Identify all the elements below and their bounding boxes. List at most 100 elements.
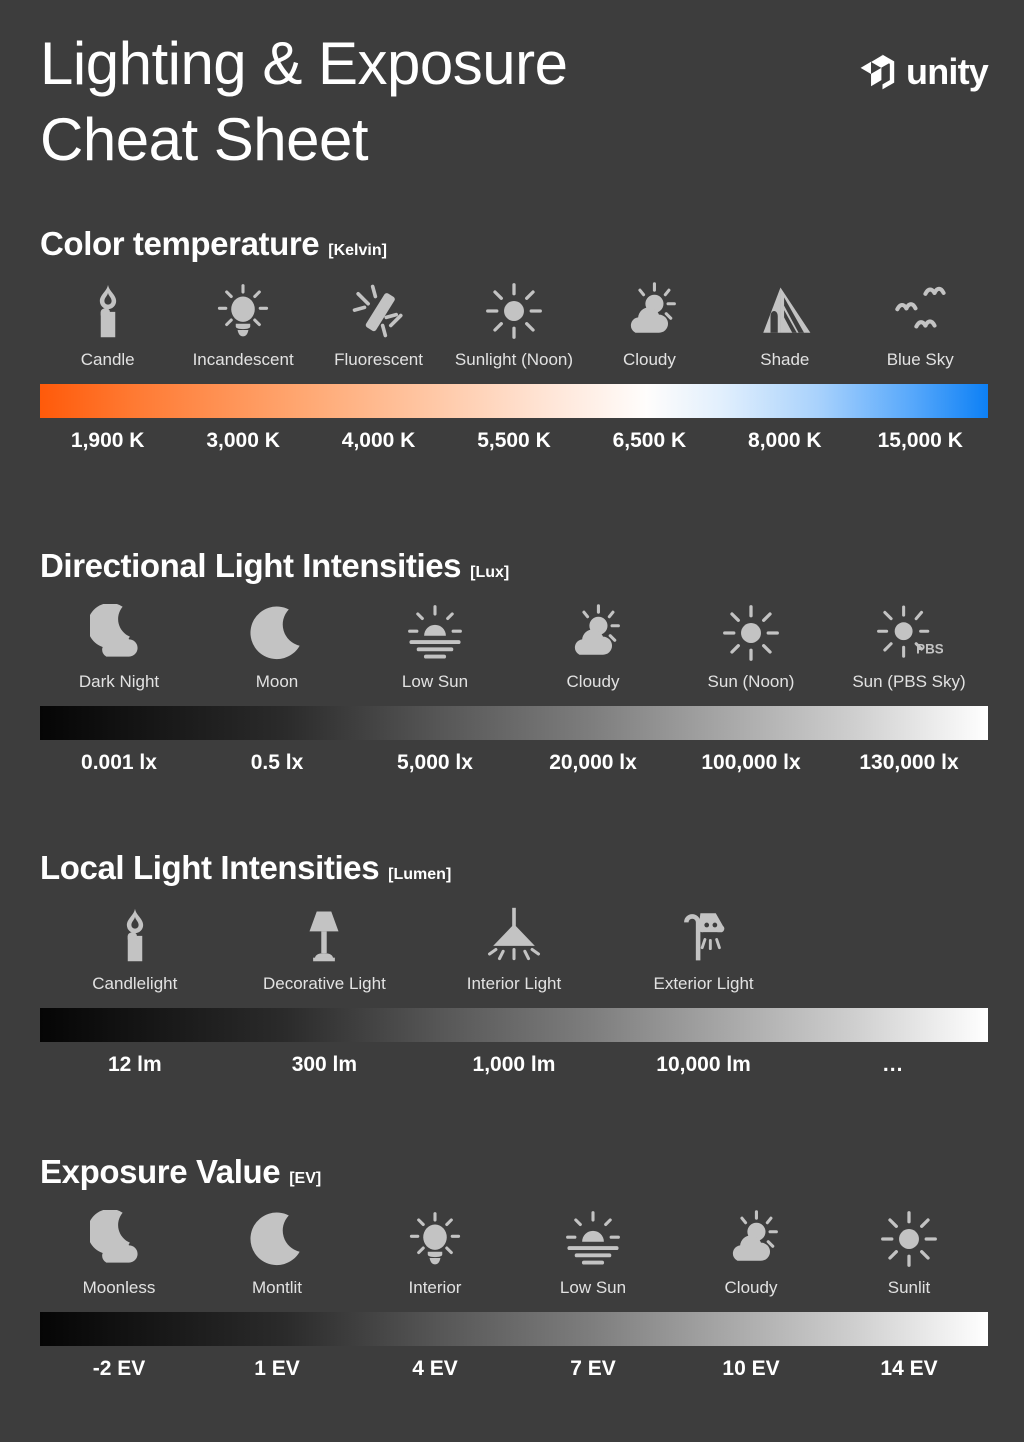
- legend-item: Moon: [198, 604, 356, 692]
- legend-item: Moonless: [40, 1210, 198, 1298]
- fluorescent-tube-icon: [350, 282, 408, 340]
- value-row: 1,900 K 3,000 K 4,000 K 5,500 K 6,500 K 8,000…: [40, 428, 988, 454]
- value-label: 12 lm: [107, 1053, 162, 1076]
- value-label: 10 EV: [722, 1357, 780, 1380]
- sun-cloud-icon: [564, 604, 622, 662]
- legend-item-label: Montlit: [251, 1278, 303, 1297]
- legend-item: Fluorescent: [311, 282, 446, 370]
- value-label: 100,000 lx: [701, 751, 801, 774]
- value-label: 8,000 K: [748, 429, 822, 452]
- gradient-bar-kelvin: [40, 384, 988, 418]
- section-heading: Directional Light Intensities [Lux]: [40, 546, 988, 586]
- value-label: 300 lm: [291, 1053, 358, 1076]
- unity-cube-icon: [860, 54, 895, 90]
- candle-icon: [106, 906, 164, 964]
- sun-pbs-icon: [875, 604, 943, 662]
- legend-item-label: Shade: [760, 350, 810, 369]
- value-label: 20,000 lx: [549, 751, 637, 774]
- value-label: 10,000 lm: [656, 1053, 751, 1076]
- sun-icon: [485, 282, 543, 340]
- section-heading: Color temperature [Kelvin]: [40, 224, 988, 264]
- legend-item: Shade: [717, 282, 852, 370]
- value-label: 15,000 K: [877, 429, 963, 452]
- moon-cloud-icon: [90, 1210, 148, 1268]
- legend-item: Sun (PBS Sky): [830, 604, 988, 692]
- sun-cloud-icon: [722, 1210, 780, 1268]
- page-title: Lighting & Exposure Cheat Sheet: [40, 30, 568, 173]
- legend-item-label: Decorative Light: [262, 974, 386, 993]
- legend-item: Candlelight: [40, 906, 230, 994]
- legend-item: [798, 906, 988, 994]
- moon-cloud-icon: [90, 604, 148, 662]
- value-label: ...: [882, 1053, 904, 1076]
- section-heading: Exposure Value [EV]: [40, 1152, 988, 1192]
- legend-item: Low Sun: [514, 1210, 672, 1298]
- legend-item: Incandescent: [175, 282, 310, 370]
- legend-item-label: Cloudy: [566, 672, 620, 691]
- candle-icon: [79, 282, 137, 340]
- value-label: 6,500 K: [612, 429, 687, 452]
- legend-item: Decorative Light: [230, 906, 420, 994]
- section-title: Color temperature: [40, 225, 320, 262]
- section-exposure-value: Exposure Value [EV] Moonless Montlit Interio…: [40, 1152, 988, 1382]
- incandescent-bulb-icon: [406, 1210, 464, 1268]
- legend-item-label: Sun (PBS Sky): [852, 672, 966, 691]
- incandescent-bulb-icon: [214, 282, 272, 340]
- value-label: 4 EV: [412, 1357, 458, 1380]
- table-lamp-icon: [295, 906, 353, 964]
- legend-item: Sunlight (Noon): [446, 282, 581, 370]
- legend-item: Candle: [40, 282, 175, 370]
- legend-item-label: Sunlight (Noon): [454, 350, 574, 369]
- legend-item-label: Cloudy: [724, 1278, 778, 1297]
- legend-item: Montlit: [198, 1210, 356, 1298]
- page-header: Lighting & Exposure Cheat Sheet unity: [40, 26, 989, 176]
- legend-item-label: Interior Light: [466, 974, 562, 993]
- moon-icon: [248, 1210, 306, 1268]
- legend-item: Interior: [356, 1210, 514, 1298]
- legend-item-label: Blue Sky: [886, 350, 954, 369]
- legend-item: Interior Light: [419, 906, 609, 994]
- value-label: 1,000 lm: [472, 1053, 556, 1076]
- value-label: -2 EV: [92, 1357, 146, 1380]
- section-title: Local Light Intensities: [40, 849, 380, 886]
- legend-item-label: Exterior Light: [653, 974, 754, 993]
- section-unit: [Kelvin]: [328, 242, 387, 259]
- moon-icon: [248, 604, 306, 662]
- value-row: -2 EV 1 EV 4 EV 7 EV 10 EV 14 EV: [40, 1356, 988, 1382]
- low-sun-icon: [406, 604, 464, 662]
- section-directional-light-intensities: Directional Light Intensities [Lux] Dark N…: [40, 546, 988, 776]
- legend-item-label: Cloudy: [622, 350, 676, 369]
- legend-item: Sun (Noon): [672, 604, 830, 692]
- legend-item-label: Low Sun: [559, 1278, 627, 1297]
- street-lamp-icon: [675, 906, 733, 964]
- legend-item: Blue Sky: [853, 282, 988, 370]
- section-unit: [EV]: [289, 1170, 322, 1187]
- value-label: 14 EV: [880, 1357, 938, 1380]
- section-title: Directional Light Intensities: [40, 547, 462, 584]
- section-unit: [Lumen]: [388, 866, 452, 883]
- value-label: 5,000 lx: [397, 751, 473, 774]
- value-row: 12 lm 300 lm 1,000 lm 10,000 lm...: [40, 1052, 988, 1078]
- legend-item-label: Low Sun: [401, 672, 469, 691]
- legend-item: Exterior Light: [609, 906, 799, 994]
- section-title: Exposure Value: [40, 1153, 281, 1190]
- sun-icon: [880, 1210, 938, 1268]
- legend-item: Sunlit: [830, 1210, 988, 1298]
- value-label: 1,900 K: [70, 429, 145, 452]
- legend-item-label: Moon: [255, 672, 299, 691]
- legend-item: Cloudy: [672, 1210, 830, 1298]
- legend-item-label: Candle: [80, 350, 135, 369]
- gradient-bar-gray: [40, 1312, 988, 1346]
- section-heading: Local Light Intensities [Lumen]: [40, 848, 988, 888]
- value-label: 1 EV: [254, 1357, 300, 1380]
- legend-item: Low Sun: [356, 604, 514, 692]
- legend-item-label: Sunlit: [887, 1278, 931, 1297]
- legend-item: Cloudy: [514, 604, 672, 692]
- value-label: 3,000 K: [206, 429, 280, 452]
- section-color-temperature: Color temperature [Kelvin] Candle Incandesc…: [40, 224, 988, 454]
- gradient-bar-gray: [40, 1008, 988, 1042]
- legend-item-label: Incandescent: [192, 350, 294, 369]
- value-label: 0.5 lx: [250, 751, 304, 774]
- unity-logo: unity: [860, 52, 989, 92]
- value-label: 5,500 K: [477, 429, 551, 452]
